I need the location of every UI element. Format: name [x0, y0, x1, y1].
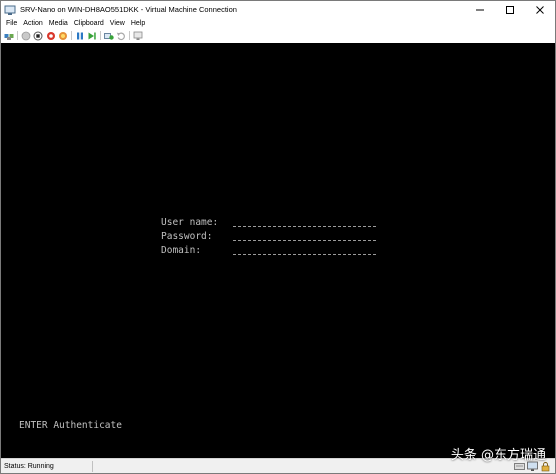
window-controls [465, 1, 555, 18]
toolbar-separator [100, 31, 101, 40]
close-button[interactable] [525, 1, 555, 18]
status-separator [92, 461, 93, 472]
enhanced-session-button[interactable] [133, 31, 143, 41]
maximize-icon [506, 5, 514, 14]
menu-media[interactable]: Media [46, 20, 71, 27]
ctrl-alt-del-icon [4, 33, 14, 40]
password-field[interactable] [233, 231, 376, 241]
domain-field[interactable] [233, 245, 376, 255]
toolbar-separator [129, 31, 130, 40]
reset-icon [88, 32, 96, 39]
menu-bar: File Action Media Clipboard View Help [1, 18, 555, 29]
menu-action[interactable]: Action [20, 20, 45, 27]
status-text: Status: Running [4, 463, 54, 470]
toolbar [1, 29, 555, 42]
vm-connection-window: SRV-Nano on WIN-DH8AO551DKK - Virtual Ma… [0, 0, 556, 474]
close-icon [536, 5, 544, 14]
enhanced-session-icon [133, 31, 142, 40]
turn-off-icon [33, 31, 43, 40]
menu-file[interactable]: File [1, 20, 20, 27]
username-row: User name: [161, 216, 376, 230]
domain-label: Domain: [161, 245, 202, 256]
turn-off-button[interactable] [33, 31, 43, 41]
vm-connection-app-icon [4, 5, 16, 15]
toolbar-separator [17, 31, 18, 40]
checkpoint-icon [103, 32, 114, 40]
minimize-icon [476, 9, 484, 10]
ctrl-alt-del-button[interactable] [4, 31, 14, 41]
pause-button[interactable] [75, 31, 85, 41]
pause-icon [76, 32, 83, 39]
title-bar[interactable]: SRV-Nano on WIN-DH8AO551DKK - Virtual Ma… [1, 1, 555, 18]
username-label: User name: [161, 217, 219, 228]
menu-view[interactable]: View [107, 20, 128, 27]
toolbar-separator [71, 31, 72, 40]
maximize-button[interactable] [495, 1, 525, 18]
start-icon [21, 31, 30, 40]
save-button[interactable] [58, 31, 68, 41]
shut-down-button[interactable] [46, 31, 56, 41]
menu-help[interactable]: Help [128, 20, 148, 27]
window-title: SRV-Nano on WIN-DH8AO551DKK - Virtual Ma… [20, 5, 237, 14]
revert-icon [116, 32, 125, 40]
password-label: Password: [161, 231, 213, 242]
vm-console-screen[interactable]: User name: Password: Domain: ENTER Authe… [1, 43, 555, 458]
save-icon [59, 31, 67, 40]
login-form: User name: Password: Domain: [161, 216, 376, 258]
menu-clipboard[interactable]: Clipboard [71, 20, 107, 27]
authenticate-hint: ENTER Authenticate [19, 420, 122, 431]
password-row: Password: [161, 230, 376, 244]
shut-down-icon [46, 31, 55, 40]
watermark-text: 头条 @东方瑞通 [450, 448, 546, 463]
start-button[interactable] [21, 31, 31, 41]
checkpoint-button[interactable] [103, 31, 114, 41]
reset-button[interactable] [87, 31, 97, 41]
username-field[interactable] [233, 217, 376, 227]
revert-button[interactable] [116, 31, 126, 41]
domain-row: Domain: [161, 244, 376, 258]
minimize-button[interactable] [465, 1, 495, 18]
